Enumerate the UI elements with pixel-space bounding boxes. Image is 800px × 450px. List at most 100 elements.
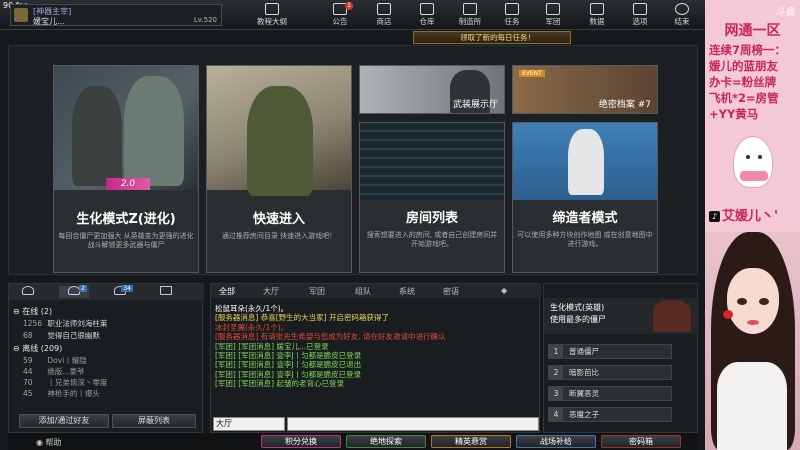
game-window: 90 fps [神器主宰] 媛宝儿... Lv.520 教程大纲 1公告 商店 … <box>0 0 705 450</box>
chat-line: [军团] [军团消息] 媛宝儿...已登录 <box>215 341 329 351</box>
promo-line: 飞机*2=房管 <box>709 91 779 105</box>
mode-tile-room-list[interactable]: 房间列表 搜索想要进入的房间, 或者自己创建房间并开始游戏吧。 <box>359 122 505 273</box>
soldier-figure <box>72 86 122 186</box>
elite-bounty-button[interactable]: 精英悬赏 <box>431 435 511 448</box>
offline-group[interactable]: ⊖ 离线 (209) <box>13 343 62 354</box>
mode-title: 生化模式Z(进化) <box>76 212 176 227</box>
chat-line: [军团] [军团消息] 壹李J丨匀都是脆皮已退出 <box>215 360 362 370</box>
tab-edit[interactable] <box>151 286 181 298</box>
channel-select[interactable]: 大厅 <box>213 417 285 431</box>
explore-button[interactable]: 绝地探索 <box>346 435 426 448</box>
zombie-rank-item[interactable]: 1 普通僵尸 <box>548 344 672 359</box>
mode-tile-quick-join[interactable]: 快速进入 通过推荐房间目录 快速进入游戏吧！ <box>206 65 352 273</box>
emoji-icon[interactable]: ◆ <box>501 286 507 295</box>
daily-mission-notice[interactable]: 领取了新的每日任务！ <box>413 31 571 44</box>
nav-clan[interactable]: 军团 <box>534 2 572 28</box>
gear-icon <box>633 3 647 15</box>
douyu-logo: 斗鱼 <box>775 7 795 18</box>
tab-friends-list[interactable] <box>13 286 43 298</box>
nav-factory[interactable]: 制造所 <box>451 2 489 28</box>
secret-file-caption: 绝密档案 #7 <box>598 100 651 110</box>
zombie-stats-header: 生化模式(英雄) 使用最多的僵尸 <box>544 298 699 334</box>
friends-tabs: 2 34 <box>9 284 204 300</box>
rank-icon <box>14 8 28 22</box>
promo-line: 媛儿的蓝朋友 <box>709 59 778 73</box>
zombie-art: 2.0 <box>54 66 198 190</box>
armory-caption: 武装展示厅 <box>452 100 498 110</box>
supply-button[interactable]: 战场补给 <box>516 435 596 448</box>
zombie-rank-item[interactable]: 3 断翼恶灵 <box>548 386 672 401</box>
online-group[interactable]: ⊖ 在线 (2) <box>13 306 52 317</box>
zombie-rank-item[interactable]: 2 暗影芭比 <box>548 365 672 380</box>
friend-row[interactable]: 59 Dovi丨耀隐 <box>23 355 193 365</box>
points-exchange-button[interactable]: 积分兑换 <box>261 435 341 448</box>
nav-notice[interactable]: 1 公告 <box>321 2 359 28</box>
creator-art <box>513 123 657 201</box>
help-link[interactable]: ◉ 帮助 <box>36 437 62 448</box>
chat-tab-whisper[interactable]: 密语 <box>443 286 459 297</box>
chat-tab-lobby[interactable]: 大厅 <box>263 286 279 297</box>
room-name: 网通一区 <box>724 23 781 39</box>
promo-line: 办卡=粉丝牌 <box>709 75 777 89</box>
chat-tab-clan[interactable]: 军团 <box>309 286 325 297</box>
clan-icon <box>546 3 560 15</box>
event-tag: EVENT <box>519 70 545 77</box>
zombie-figure <box>124 76 184 186</box>
chat-tab-team[interactable]: 组队 <box>355 286 371 297</box>
stream-sidebar: 斗鱼 网通一区 连续7周榜一： 媛儿的蓝朋友 办卡=粉丝牌 飞机*2=房管 +Y… <box>705 0 800 450</box>
power-icon <box>675 3 689 15</box>
friend-row[interactable]: 70 丨兄弟情深丶零度 <box>23 377 193 387</box>
nav-shop[interactable]: 商店 <box>365 2 403 28</box>
friend-row[interactable]: 68 觉得自己很幽默 <box>23 330 193 340</box>
chat-line: [服务器消息] 恭喜[野生的大当家] 开启密码箱获得了 <box>215 313 389 323</box>
nav-tutorial[interactable]: 教程大纲 <box>253 2 291 28</box>
zombie-stats-panel: 生化模式(英雄) 使用最多的僵尸 1 普通僵尸 2 暗影芭比 3 断翼恶灵 4 恶魔之子 <box>543 283 699 433</box>
friend-row[interactable]: 1256 职业法师刘海柱莱 <box>23 318 193 328</box>
zombie-rank-item[interactable]: 4 恶魔之子 <box>548 407 672 422</box>
mission-icon <box>505 3 519 15</box>
shop-icon <box>377 3 391 15</box>
mode-select-panel: 2.0 生化模式Z(进化) 每回合僵尸更加强大 从英雄变为更强的进化 战斗解锁更… <box>8 45 698 275</box>
mode-desc: 通过推荐房间目录 快速进入游戏吧！ <box>221 232 337 240</box>
mode-title: 缔造者模式 <box>552 211 618 226</box>
mode-tile-creator[interactable]: 缔造者模式 可以使用多种方块创作地图 或在创意地图中进行游戏。 <box>512 122 658 273</box>
friend-row[interactable]: 45 神枪手的丨爆头 <box>23 388 193 398</box>
mode-title: 快速进入 <box>252 212 305 227</box>
notice-badge: 1 <box>345 2 353 10</box>
mode-desc: 可以使用多种方块创作地图 或在创意地图中进行游戏。 <box>517 231 653 248</box>
friends-panel: 2 34 ⊖ 在线 (2) 1256 职业法师刘海柱莱 68 觉得自己很幽默 ⊖… <box>8 283 204 433</box>
nav-warehouse[interactable]: 仓库 <box>408 2 446 28</box>
friend-row[interactable]: 44 绝版...豪爷 <box>23 366 193 376</box>
mannequin-figure <box>568 129 604 195</box>
chat-input[interactable] <box>287 417 539 431</box>
mode-desc: 每回合僵尸更加强大 从英雄变为更强的进化 战斗解锁更多武器与僵尸 <box>58 232 194 249</box>
tiktok-handle: ♪ 艾媛儿丶' <box>709 205 778 224</box>
password-box-button[interactable]: 密码箱 <box>601 435 681 448</box>
flag-sticker <box>723 310 733 319</box>
nav-exit[interactable]: 结束 <box>663 2 701 28</box>
lower-panels: 2 34 ⊖ 在线 (2) 1256 职业法师刘海柱莱 68 觉得自己很幽默 ⊖… <box>8 283 699 450</box>
chat-line: [军团] [军团消息] 壹李J丨匀都是脆皮已登录 <box>215 369 362 379</box>
tab-friends[interactable]: 2 <box>59 285 89 298</box>
tab-clan-members[interactable]: 34 <box>105 285 135 298</box>
secret-file-tile[interactable]: EVENT 绝密档案 #7 <box>512 65 658 114</box>
chat-tab-system[interactable]: 系统 <box>399 286 415 297</box>
mode-tile-zombie[interactable]: 2.0 生化模式Z(进化) 每回合僵尸更加强大 从英雄变为更强的进化 战斗解锁更… <box>53 65 199 273</box>
bunny-sticker <box>733 136 773 188</box>
add-friend-button[interactable]: 添加/通过好友 <box>19 414 109 428</box>
nav-data[interactable]: 数据 <box>578 2 616 28</box>
chat-tab-all[interactable]: 全部 <box>219 286 235 297</box>
nav-mission[interactable]: 任务 <box>493 2 531 28</box>
chat-line: 冰封圣翼(永久/1个)。 <box>215 322 289 332</box>
armory-tile[interactable]: 武装展示厅 <box>359 65 505 114</box>
chart-icon <box>590 3 604 15</box>
mode-title: 房间列表 <box>405 211 458 226</box>
top-bar: 90 fps [神器主宰] 媛宝儿... Lv.520 教程大纲 1公告 商店 … <box>0 0 705 30</box>
block-list-button[interactable]: 屏蔽列表 <box>112 414 196 428</box>
player-profile[interactable]: [神器主宰] 媛宝儿... Lv.520 <box>10 4 222 26</box>
version-badge: 2.0 <box>106 178 150 190</box>
streamer-illustration <box>705 232 800 450</box>
player-name: 媛宝儿... <box>33 17 65 26</box>
soldier-figure <box>247 86 313 196</box>
nav-options[interactable]: 选项 <box>621 2 659 28</box>
